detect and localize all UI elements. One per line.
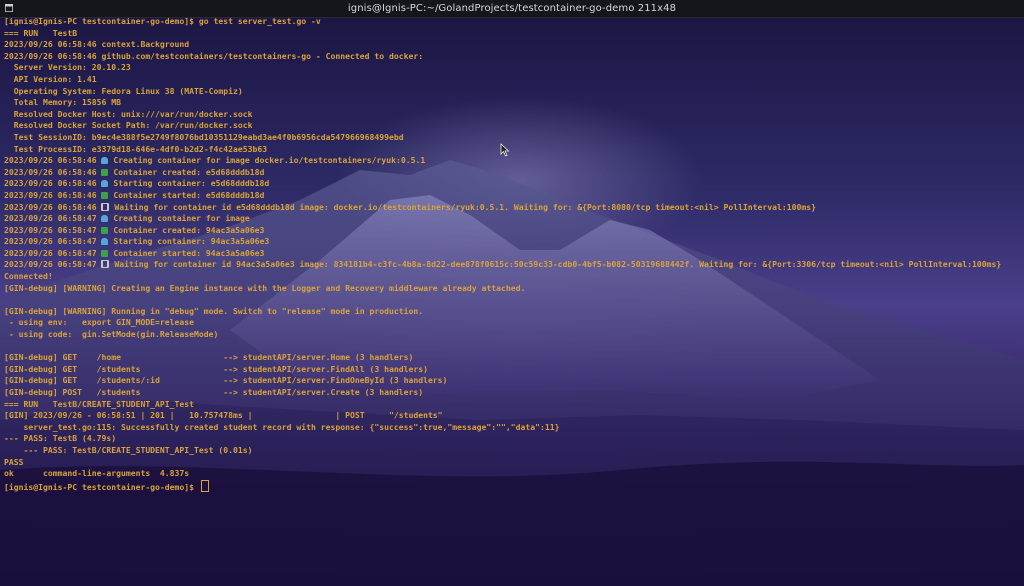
terminal-line-text: Operating System: Fedora Linux 38 (MATE-…	[4, 85, 243, 96]
window-titlebar[interactable]: ignis@Ignis-PC:~/GolandProjects/testcont…	[0, 0, 1024, 18]
terminal-line-text: [GIN-debug] [WARNING] Running in "debug"…	[4, 305, 424, 316]
terminal-line-text: Container created: e5d68dddb18d	[108, 166, 265, 177]
terminal-line-text: Total Memory: 15856 MB	[4, 97, 121, 108]
terminal-line: Resolved Docker Socket Path: /var/run/do…	[4, 120, 1020, 132]
terminal-line-text: Resolved Docker Host: unix:///var/run/do…	[4, 108, 253, 119]
text-cursor[interactable]	[200, 479, 209, 492]
terminal-line-text: PASS	[4, 456, 24, 467]
terminal-line-text: --- PASS: TestB (4.79s)	[4, 433, 117, 444]
terminal-line: [GIN-debug] POST /students --> studentAP…	[4, 387, 1020, 399]
terminal-line: 2023/09/26 06:58:47 Creating container f…	[4, 213, 1020, 225]
terminal-line-text: - using env: export GIN_MODE=release	[4, 317, 195, 328]
terminal-line-text: Test SessionID: b9ec4e388f5e2749f8076bd1…	[4, 131, 404, 142]
terminal-line: 2023/09/26 06:58:46 Container created: e…	[4, 167, 1020, 179]
terminal-output[interactable]: [ignis@Ignis-PC testcontainer-go-demo]$ …	[4, 16, 1020, 492]
terminal-line: Operating System: Fedora Linux 38 (MATE-…	[4, 86, 1020, 98]
log-timestamp: 2023/09/26 06:58:46	[4, 155, 102, 166]
terminal-line: 2023/09/26 06:58:46 Waiting for containe…	[4, 202, 1020, 214]
log-timestamp: 2023/09/26 06:58:47	[4, 247, 102, 258]
terminal-line-text: Waiting for container id e5d68dddb18d im…	[109, 201, 817, 212]
terminal-line: server_test.go:115: Successfully created…	[4, 422, 1020, 434]
terminal-window[interactable]: ignis@Ignis-PC:~/GolandProjects/testcont…	[0, 0, 1024, 586]
terminal-line-text: [GIN-debug] GET /students --> studentAPI…	[4, 363, 428, 374]
terminal-line: === RUN TestB	[4, 28, 1020, 40]
terminal-line: 2023/09/26 06:58:46 context.Background	[4, 39, 1020, 51]
terminal-line: - using code: gin.SetMode(gin.ReleaseMod…	[4, 329, 1020, 341]
terminal-line-text: Container created: 94ac3a5a06e3	[108, 224, 265, 235]
terminal-line: API Version: 1.41	[4, 74, 1020, 86]
terminal-line: 2023/09/26 06:58:46 Creating container f…	[4, 155, 1020, 167]
terminal-line: --- PASS: TestB/CREATE_STUDENT_API_Test …	[4, 445, 1020, 457]
terminal-line: === RUN TestB/CREATE_STUDENT_API_Test	[4, 399, 1020, 411]
terminal-line: [GIN-debug] [WARNING] Running in "debug"…	[4, 306, 1020, 318]
terminal-line: --- PASS: TestB (4.79s)	[4, 433, 1020, 445]
terminal-line-text: --- PASS: TestB/CREATE_STUDENT_API_Test …	[4, 444, 253, 455]
terminal-line: 2023/09/26 06:58:47 Starting container: …	[4, 236, 1020, 248]
terminal-line: Total Memory: 15856 MB	[4, 97, 1020, 109]
terminal-line: ok command-line-arguments 4.837s	[4, 468, 1020, 480]
mouse-pointer-icon	[500, 143, 510, 157]
terminal-line: [GIN-debug] GET /students --> studentAPI…	[4, 364, 1020, 376]
log-timestamp: 2023/09/26 06:58:47	[4, 259, 102, 270]
terminal-line: Test SessionID: b9ec4e388f5e2749f8076bd1…	[4, 132, 1020, 144]
log-timestamp: 2023/09/26 06:58:46	[4, 201, 102, 212]
terminal-line-text: 2023/09/26 06:58:46 github.com/testconta…	[4, 50, 424, 61]
terminal-line: 2023/09/26 06:58:47 Container started: 9…	[4, 248, 1020, 260]
log-timestamp: 2023/09/26 06:58:46	[4, 189, 102, 200]
log-timestamp: 2023/09/26 06:58:47	[4, 224, 102, 235]
terminal-line-text: [GIN] 2023/09/26 - 06:58:51 | 201 | 10.7…	[4, 410, 443, 421]
terminal-line-text: Creating container for image	[108, 213, 250, 224]
terminal-line: Resolved Docker Host: unix:///var/run/do…	[4, 109, 1020, 121]
terminal-line-text: === RUN TestB/CREATE_STUDENT_API_Test	[4, 398, 195, 409]
terminal-line: 2023/09/26 06:58:47 Waiting for containe…	[4, 259, 1020, 271]
terminal-line-text: [GIN-debug] [WARNING] Creating an Engine…	[4, 282, 526, 293]
terminal-line-text: Starting container: e5d68dddb18d	[108, 178, 270, 189]
terminal-line-text: 2023/09/26 06:58:46 context.Background	[4, 39, 190, 50]
terminal-line-text: === RUN TestB	[4, 27, 78, 38]
terminal-line-text: - using code: gin.SetMode(gin.ReleaseMod…	[4, 329, 219, 340]
terminal-icon	[5, 4, 13, 12]
terminal-line-text: Resolved Docker Socket Path: /var/run/do…	[4, 120, 253, 131]
terminal-line-text: Container started: e5d68dddb18d	[108, 189, 265, 200]
terminal-line-text: [GIN-debug] GET /home --> studentAPI/ser…	[4, 352, 414, 363]
terminal-line-text: [GIN-debug] POST /students --> studentAP…	[4, 387, 424, 397]
terminal-line: - using env: export GIN_MODE=release	[4, 317, 1020, 329]
terminal-line: Test ProcessID: e3379d18-646e-4df0-b2d2-…	[4, 144, 1020, 156]
terminal-line-text: server_test.go:115: Successfully created…	[4, 421, 560, 432]
terminal-line: 2023/09/26 06:58:47 Container created: 9…	[4, 225, 1020, 237]
prompt-line[interactable]: [ignis@Ignis-PC testcontainer-go-demo]$	[4, 479, 1020, 492]
terminal-line: [GIN] 2023/09/26 - 06:58:51 | 201 | 10.7…	[4, 410, 1020, 422]
terminal-line-text: [GIN-debug] GET /students/:id --> studen…	[4, 375, 448, 386]
log-timestamp: 2023/09/26 06:58:46	[4, 178, 102, 189]
terminal-line-text: ok command-line-arguments 4.837s	[4, 468, 190, 479]
terminal-line-text: Starting container: 94ac3a5a06e3	[108, 236, 270, 247]
terminal-line: [GIN-debug] GET /students/:id --> studen…	[4, 375, 1020, 387]
terminal-line-text: Connected!	[4, 271, 53, 282]
log-timestamp: 2023/09/26 06:58:47	[4, 236, 102, 247]
terminal-line: Connected!	[4, 271, 1020, 283]
terminal-line: 2023/09/26 06:58:46 Container started: e…	[4, 190, 1020, 202]
terminal-line-text: Server Version: 20.10.23	[4, 62, 131, 73]
log-timestamp: 2023/09/26 06:58:47	[4, 213, 102, 224]
terminal-line: [GIN-debug] [WARNING] Creating an Engine…	[4, 283, 1020, 295]
terminal-line-text: Test ProcessID: e3379d18-646e-4df0-b2d2-…	[4, 143, 268, 154]
terminal-line-text: Creating container for image docker.io/t…	[108, 155, 426, 166]
terminal-line: 2023/09/26 06:58:46 github.com/testconta…	[4, 51, 1020, 63]
terminal-line: 2023/09/26 06:58:46 Starting container: …	[4, 178, 1020, 190]
terminal-line-text: Container started: 94ac3a5a06e3	[108, 247, 265, 258]
terminal-line: [GIN-debug] GET /home --> studentAPI/ser…	[4, 352, 1020, 364]
terminal-line: Server Version: 20.10.23	[4, 62, 1020, 74]
terminal-line: PASS	[4, 457, 1020, 469]
log-timestamp: 2023/09/26 06:58:46	[4, 166, 102, 177]
terminal-line-text: API Version: 1.41	[4, 73, 97, 84]
shell-prompt: [ignis@Ignis-PC testcontainer-go-demo]$	[4, 481, 199, 492]
terminal-line-text: Waiting for container id 94ac3a5a06e3 im…	[109, 259, 1002, 270]
window-title: ignis@Ignis-PC:~/GolandProjects/testcont…	[347, 3, 677, 14]
